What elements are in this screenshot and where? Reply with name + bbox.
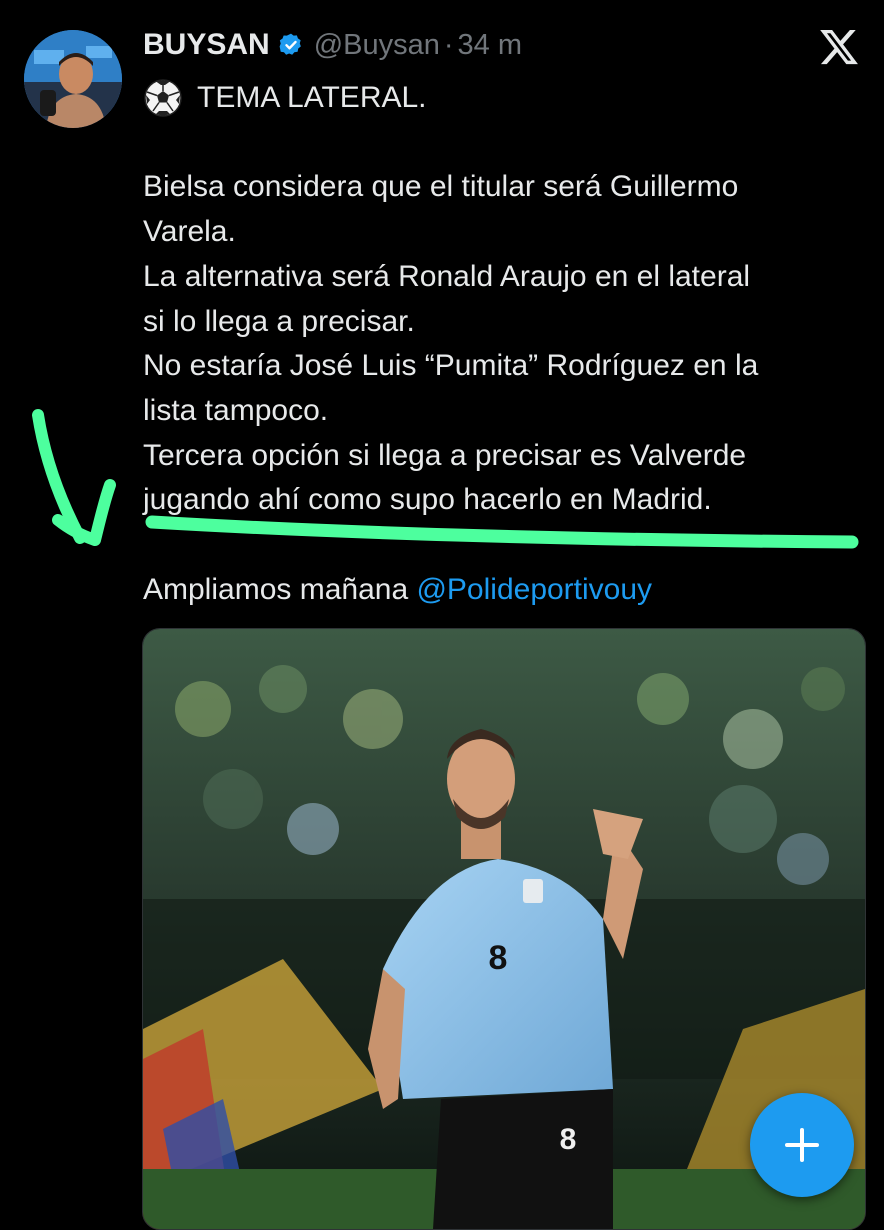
topic-line: TEMA LATERAL. [143,76,868,121]
avatar[interactable] [24,30,122,128]
mention-link[interactable]: @Polideportivouy [416,573,652,606]
tweet-line: No estaría José Luis “Pumita” Rodríguez … [143,349,759,383]
tweet-line: si lo llega a precisar. [143,304,415,338]
display-name[interactable]: BUYSAN [143,28,270,62]
tweet-line: lista tampoco. [143,393,329,427]
timestamp[interactable]: 34 m [458,29,522,62]
closing-text: Ampliamos mañana [143,572,417,606]
shirt-number: 8 [489,939,508,977]
handle[interactable]: @Buysan [314,29,440,62]
compose-button[interactable] [750,1093,854,1197]
annotation-arrow [32,409,116,546]
meta-separator: · [443,28,454,61]
shorts-number: 8 [560,1123,577,1156]
tweet-text: TEMA LATERAL. Bielsa considera que el ti… [143,76,868,612]
tweet-line: jugando ahí como supo hacerlo en Madrid. [143,483,712,517]
soccer-ball-icon [143,78,183,118]
x-logo-icon [818,26,860,68]
tweet-line: Tercera opción si llega a precisar es Va… [143,438,747,472]
closing-line: Ampliamos mañana @Polideportivouy [143,568,868,613]
avatar-photo [24,30,122,128]
tweet-line: Bielsa considera que el titular será Gui… [143,170,739,204]
tweet-header: BUYSAN @Buysan · 34 m [143,28,522,62]
topic-text: TEMA LATERAL. [197,81,427,114]
tweet-line: La alternativa será Ronald Araujo en el … [143,259,751,293]
plus-icon [785,1128,819,1162]
verified-badge-icon [278,32,304,58]
tweet-line: Varela. [143,215,236,249]
